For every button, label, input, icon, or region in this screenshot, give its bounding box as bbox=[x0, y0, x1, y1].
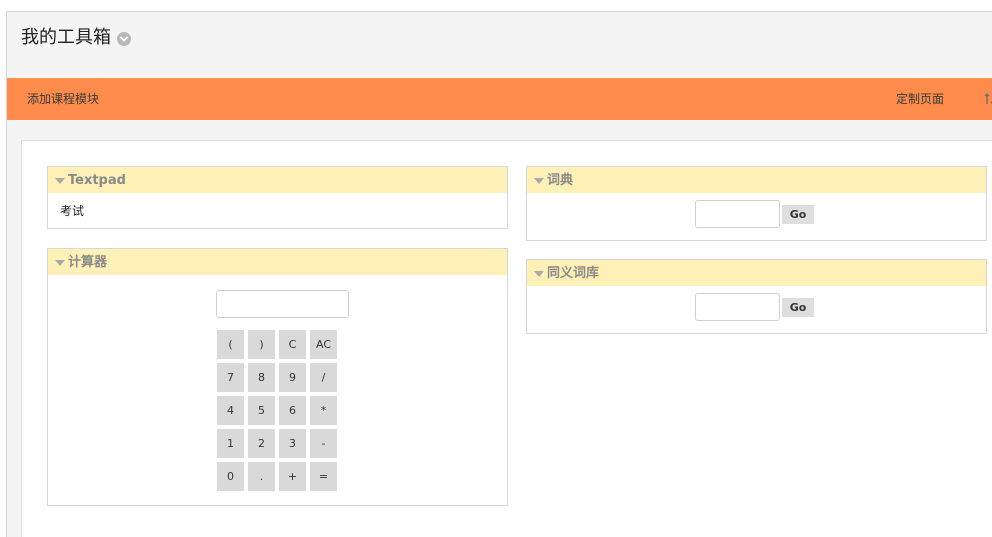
dictionary-search-input[interactable] bbox=[695, 200, 780, 228]
thesaurus-search-input[interactable] bbox=[695, 293, 780, 321]
dictionary-go-button[interactable]: Go bbox=[782, 205, 814, 224]
main-frame: 我的工具箱 添加课程模块 定制页面 Textpad 考试 计算器 () C AC 7 8… bbox=[6, 11, 992, 537]
calculator-title: 计算器 bbox=[68, 255, 108, 270]
module-toolbar: 添加课程模块 定制页面 bbox=[7, 78, 992, 120]
customize-page-link[interactable]: 定制页面 bbox=[896, 91, 944, 107]
page-title: 我的工具箱 bbox=[21, 27, 111, 48]
calc-key[interactable]: + bbox=[279, 462, 306, 491]
thesaurus-module: 同义词库 Go bbox=[526, 259, 987, 334]
calc-key[interactable]: ( bbox=[217, 330, 244, 359]
calc-key[interactable]: 1 bbox=[217, 429, 244, 458]
calc-key[interactable]: 9 bbox=[279, 363, 306, 392]
calc-key[interactable]: ) bbox=[248, 330, 275, 359]
collapse-triangle-icon[interactable] bbox=[534, 178, 544, 184]
calc-key[interactable]: = bbox=[310, 462, 337, 491]
calculator-module: 计算器 () C AC 7 8 9/ 4 5 6 * 1 2 3- 0. + = bbox=[47, 248, 508, 506]
calc-key[interactable]: 6 bbox=[279, 396, 306, 425]
calculator-module-header[interactable]: 计算器 bbox=[48, 249, 507, 275]
calc-key[interactable]: AC bbox=[310, 330, 337, 359]
module-area: Textpad 考试 计算器 () C AC 7 8 9/ 4 5 6 * 1 2 3- 0. + = 词典 … bbox=[21, 140, 992, 537]
thesaurus-module-header[interactable]: 同义词库 bbox=[527, 260, 986, 286]
chevron-down-icon[interactable] bbox=[117, 32, 131, 46]
calc-key[interactable]: 3 bbox=[279, 429, 306, 458]
thesaurus-title: 同义词库 bbox=[547, 266, 600, 281]
textpad-module: Textpad 考试 bbox=[47, 166, 508, 229]
title-bar: 我的工具箱 bbox=[7, 12, 992, 78]
dictionary-module-header[interactable]: 词典 bbox=[527, 167, 986, 193]
calc-key[interactable]: 0 bbox=[217, 462, 244, 491]
textpad-title: Textpad bbox=[68, 173, 126, 188]
collapse-triangle-icon[interactable] bbox=[55, 178, 65, 184]
collapse-triangle-icon[interactable] bbox=[55, 260, 65, 266]
textpad-content: 考试 bbox=[60, 204, 85, 218]
add-course-module-link[interactable]: 添加课程模块 bbox=[27, 91, 99, 107]
calc-key[interactable]: 8 bbox=[248, 363, 275, 392]
calc-key[interactable]: . bbox=[248, 462, 275, 491]
reorder-icon[interactable] bbox=[983, 91, 992, 105]
textpad-module-header[interactable]: Textpad bbox=[48, 167, 507, 193]
calculator-display[interactable] bbox=[216, 290, 349, 318]
thesaurus-go-button[interactable]: Go bbox=[782, 298, 814, 317]
dictionary-module: 词典 Go bbox=[526, 166, 987, 241]
calc-key[interactable]: 2 bbox=[248, 429, 275, 458]
calc-key[interactable]: - bbox=[310, 429, 337, 458]
calc-key[interactable]: * bbox=[310, 396, 337, 425]
calc-key[interactable]: 5 bbox=[248, 396, 275, 425]
calc-key[interactable]: 7 bbox=[217, 363, 244, 392]
calc-key[interactable]: C bbox=[279, 330, 306, 359]
dictionary-title: 词典 bbox=[547, 173, 574, 188]
collapse-triangle-icon[interactable] bbox=[534, 271, 544, 277]
calc-key[interactable]: 4 bbox=[217, 396, 244, 425]
calc-key[interactable]: / bbox=[310, 363, 337, 392]
